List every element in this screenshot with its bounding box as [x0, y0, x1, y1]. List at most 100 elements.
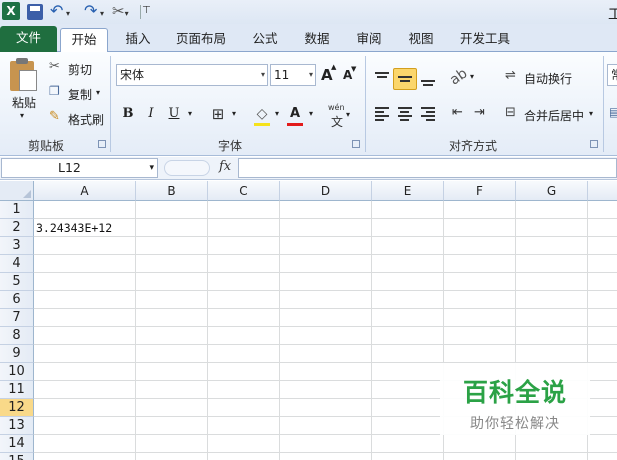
row-header-15[interactable]: 15 [0, 453, 34, 460]
column-header-h[interactable] [588, 181, 617, 201]
clipboard-launcher-icon[interactable] [98, 140, 106, 148]
undo-icon[interactable]: ↶ ▾ [50, 2, 70, 20]
row-header-12[interactable]: 12 [0, 399, 34, 417]
excel-logo-icon[interactable]: X [2, 2, 20, 20]
row-header-9[interactable]: 9 [0, 345, 34, 363]
paste-icon[interactable] [10, 57, 38, 91]
paste-button[interactable]: 粘贴 [12, 94, 36, 111]
row-header-13[interactable]: 13 [0, 417, 34, 435]
wrap-text-icon: ⇌ [505, 68, 516, 83]
tools-icon[interactable]: ✂▾ [112, 2, 129, 20]
number-format-icon[interactable]: ▤ [609, 105, 617, 119]
cell-a2[interactable]: 3.24343E+12 [36, 220, 112, 237]
tab-review[interactable]: 审阅 [351, 28, 387, 52]
underline-button[interactable]: U [166, 104, 182, 124]
ribbon: 粘贴 ▾ ✂ 剪切 ❐ 复制 ▾ ✎ 格式刷 剪贴板 宋体 ▾ 11 ▾ A ▲ A… [0, 52, 617, 156]
fill-color-icon[interactable]: ◇ [253, 104, 271, 124]
column-header-g[interactable]: G [516, 181, 588, 201]
font-size-select[interactable]: 11 ▾ [270, 64, 316, 86]
gridline [34, 236, 617, 237]
save-icon[interactable] [27, 4, 43, 20]
copy-dropdown-icon[interactable]: ▾ [96, 88, 100, 97]
row-header-3[interactable]: 3 [0, 237, 34, 255]
align-right-icon[interactable] [421, 105, 435, 121]
column-header-f[interactable]: F [444, 181, 516, 201]
gridline [279, 201, 280, 460]
column-header-e[interactable]: E [372, 181, 444, 201]
align-top-icon[interactable] [375, 70, 389, 78]
column-header-d[interactable]: D [280, 181, 372, 201]
font-color-button[interactable]: A [287, 104, 303, 124]
gridline [34, 290, 617, 291]
row-header-4[interactable]: 4 [0, 255, 34, 273]
borders-dropdown-icon[interactable]: ▾ [229, 104, 239, 124]
bold-button[interactable]: B [120, 104, 136, 124]
row-header-5[interactable]: 5 [0, 273, 34, 291]
font-name-select[interactable]: 宋体 ▾ [116, 64, 268, 86]
group-divider [110, 56, 111, 152]
row-header-2[interactable]: 2 [0, 219, 34, 237]
row-header-14[interactable]: 14 [0, 435, 34, 453]
merge-dropdown-icon[interactable]: ▾ [589, 109, 593, 118]
tab-page-layout[interactable]: 页面布局 [172, 28, 230, 52]
phonetic-dropdown-icon[interactable]: ▾ [346, 110, 350, 119]
tab-home[interactable]: 开始 [60, 28, 108, 53]
tab-view[interactable]: 视图 [403, 28, 439, 52]
tab-formulas[interactable]: 公式 [247, 28, 283, 52]
number-format-select[interactable]: 常 [607, 64, 617, 86]
formula-input[interactable] [238, 158, 617, 178]
increase-indent-icon[interactable]: ⇥ [474, 105, 485, 120]
align-bottom-icon[interactable] [421, 78, 435, 86]
row-header-1[interactable]: 1 [0, 201, 34, 219]
wrap-text-button[interactable]: 自动换行 [524, 70, 572, 87]
fill-dropdown-icon[interactable]: ▾ [272, 104, 282, 124]
select-all-button[interactable] [0, 181, 34, 201]
column-header-a[interactable]: A [34, 181, 136, 201]
align-left-icon[interactable] [375, 105, 389, 121]
format-painter-button[interactable]: 格式刷 [68, 111, 104, 128]
paste-dropdown-icon[interactable]: ▾ [20, 111, 24, 120]
align-center-icon[interactable] [398, 105, 412, 121]
column-header-b[interactable]: B [136, 181, 208, 201]
decrease-indent-icon[interactable]: ⇤ [452, 105, 463, 120]
tab-data[interactable]: 数据 [299, 28, 335, 52]
alignment-launcher-icon[interactable] [590, 140, 598, 148]
merge-center-button[interactable]: 合并后居中 [524, 107, 584, 124]
orientation-icon[interactable]: ab [447, 65, 470, 88]
phonetic-guide-button[interactable]: 文 [331, 113, 343, 130]
phonetic-guide-top[interactable]: wén [328, 103, 345, 112]
borders-icon[interactable]: ⊞ [209, 104, 227, 124]
copy-button[interactable]: 复制 [68, 86, 92, 103]
tab-file[interactable]: 文件 [0, 26, 57, 52]
italic-button[interactable]: I [143, 104, 159, 124]
customize-qat-icon[interactable]: ⊤ [142, 2, 151, 20]
row-header-8[interactable]: 8 [0, 327, 34, 345]
insert-function-button[interactable]: fx [219, 159, 231, 174]
font-color-dropdown-icon[interactable]: ▾ [306, 104, 316, 124]
font-color-swatch [287, 123, 303, 126]
number-format-value: 常 [611, 68, 617, 82]
font-size-value: 11 [274, 68, 290, 82]
column-header-c[interactable]: C [208, 181, 280, 201]
qat-divider [140, 5, 141, 19]
window-title: 工 [608, 7, 617, 23]
gridline [371, 201, 372, 460]
row-header-10[interactable]: 10 [0, 363, 34, 381]
orientation-dropdown-icon[interactable]: ▾ [470, 72, 474, 81]
cut-button[interactable]: 剪切 [68, 61, 92, 78]
name-box-value: L12 [58, 160, 81, 175]
gridline [34, 344, 617, 345]
row-header-6[interactable]: 6 [0, 291, 34, 309]
quick-access-toolbar: X ↶ ▾ ↷ ▾ ✂▾ ⊤ 工 [0, 0, 617, 24]
redo-icon[interactable]: ↷ ▾ [84, 2, 104, 20]
row-header-7[interactable]: 7 [0, 309, 34, 327]
font-launcher-icon[interactable] [352, 140, 360, 148]
scissors-icon: ✂ [49, 59, 60, 74]
tab-developer[interactable]: 开发工具 [455, 28, 515, 52]
gridline [207, 201, 208, 460]
underline-dropdown-icon[interactable]: ▾ [185, 104, 195, 124]
row-header-11[interactable]: 11 [0, 381, 34, 399]
tab-insert[interactable]: 插入 [120, 28, 156, 52]
name-box[interactable]: L12 ▾ [1, 158, 158, 178]
align-middle-icon[interactable] [398, 74, 412, 82]
